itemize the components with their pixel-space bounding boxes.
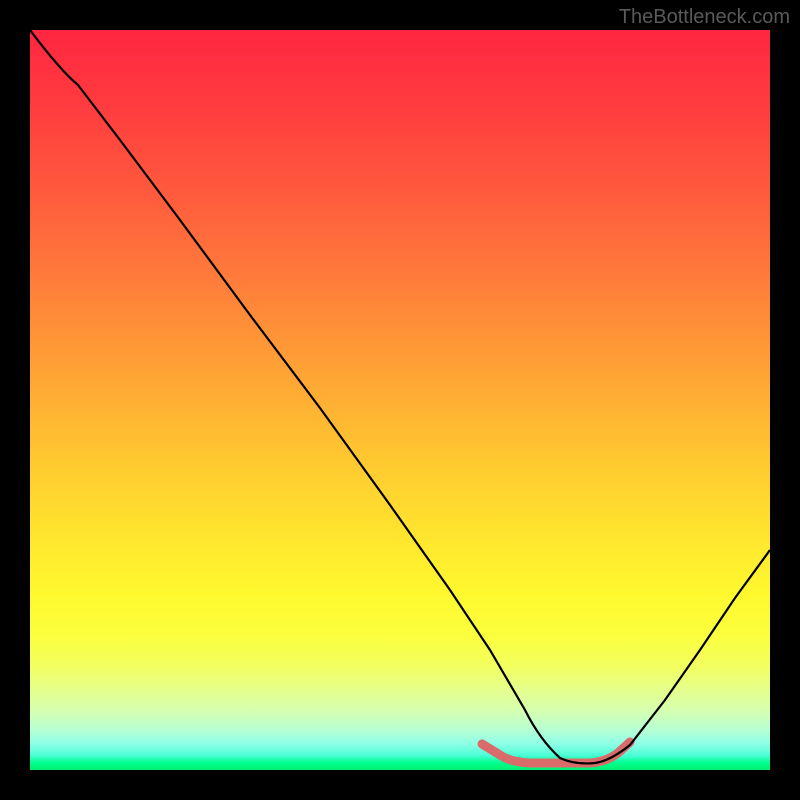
curve-svg: [30, 30, 770, 770]
watermark-text: TheBottleneck.com: [619, 6, 790, 29]
plot-area: [30, 30, 770, 770]
bottleneck-curve: [30, 30, 770, 763]
chart-container: TheBottleneck.com: [0, 0, 800, 800]
